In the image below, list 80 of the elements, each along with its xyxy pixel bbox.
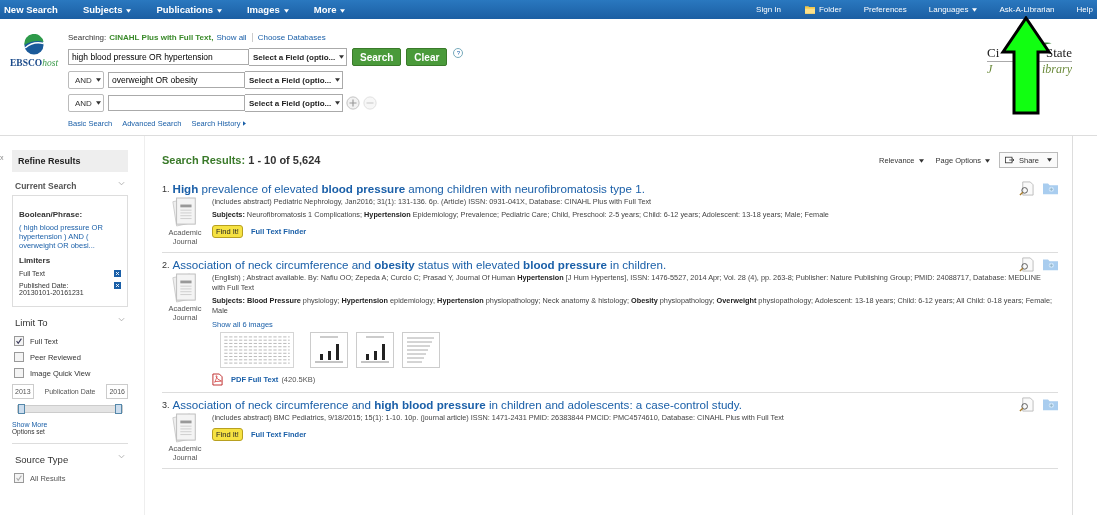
- nav-link[interactable]: Help: [1076, 5, 1093, 14]
- field-dropdown[interactable]: Select a Field (optio...: [245, 94, 343, 112]
- preview-icon[interactable]: [1019, 181, 1034, 196]
- results-count: Search Results: 1 - 10 of 5,624: [162, 154, 321, 166]
- nav-link[interactable]: Languages: [928, 5, 978, 14]
- chevron-icon[interactable]: [118, 454, 125, 459]
- result-number: 1.: [162, 183, 170, 194]
- pdf-icon: [212, 373, 223, 386]
- caret-icon: [972, 8, 978, 12]
- nav-link[interactable]: Folder: [819, 5, 842, 14]
- chevron-icon[interactable]: [118, 317, 125, 322]
- folder-add-icon[interactable]: [1043, 181, 1058, 196]
- sidebar-title: Refine Results: [12, 150, 128, 172]
- caret-icon: [95, 78, 101, 82]
- folder-add-icon[interactable]: [1043, 257, 1058, 272]
- operator-dropdown[interactable]: AND: [68, 71, 104, 89]
- show-all-link[interactable]: Show all: [216, 32, 247, 42]
- caret-icon: [918, 158, 924, 163]
- caret-icon: [985, 158, 990, 163]
- caret-icon: [335, 78, 341, 82]
- field-dropdown[interactable]: Select a Field (optio...: [245, 71, 343, 89]
- caret-icon: [1047, 158, 1052, 162]
- clear-button[interactable]: Clear: [406, 48, 448, 66]
- folder-icon: [805, 5, 815, 14]
- journal-icon: [171, 196, 199, 228]
- limiters-label: Limiters: [19, 256, 52, 265]
- database-name: CINAHL Plus with Full Text,: [109, 32, 214, 42]
- nav-link[interactable]: Ask-A-Librarian: [999, 5, 1055, 14]
- document-thumbnail[interactable]: [402, 332, 440, 368]
- nav-link[interactable]: Preferences: [863, 5, 907, 14]
- operator-dropdown[interactable]: AND: [68, 94, 104, 112]
- journal-icon: [171, 272, 199, 304]
- section-heading[interactable]: Source Type: [15, 454, 69, 465]
- chart-thumbnail[interactable]: [356, 332, 394, 368]
- caret-icon: [339, 55, 345, 59]
- search-field[interactable]: high blood pressure OR hypertension: [68, 49, 249, 65]
- chevron-icon[interactable]: [118, 181, 125, 186]
- remove-row-icon[interactable]: [363, 96, 377, 110]
- result-title-link[interactable]: Association of neck circumference and high blood pressure in children and adolescents: a case-control study.: [172, 398, 742, 411]
- result-title-link[interactable]: Association of neck circumference and obesity status with elevated blood pressure in children.: [172, 258, 667, 271]
- nav-link[interactable]: More: [313, 4, 346, 15]
- nav-link[interactable]: New Search: [4, 4, 58, 15]
- preview-icon[interactable]: [1019, 257, 1034, 272]
- result-number: 3.: [162, 399, 170, 410]
- section-heading[interactable]: Current Search: [15, 181, 77, 191]
- checkbox[interactable]: [14, 352, 24, 362]
- searching-label: Searching:: [68, 32, 107, 42]
- caret-icon: [335, 101, 341, 105]
- date-range-slider[interactable]: [18, 406, 122, 412]
- arrow-icon: [242, 121, 246, 126]
- remove-icon[interactable]: [114, 282, 121, 289]
- search-button[interactable]: Search: [352, 48, 402, 66]
- result-number: 2.: [162, 259, 170, 270]
- caret-icon: [216, 9, 222, 13]
- chart-thumbnail[interactable]: [310, 332, 348, 368]
- caret-icon: [126, 9, 132, 13]
- checkbox[interactable]: [14, 336, 24, 346]
- logo-icon: [23, 34, 45, 56]
- boolean-label: Boolean/Phrase:: [19, 210, 84, 219]
- section-heading[interactable]: Limit To: [15, 317, 48, 328]
- checkbox[interactable]: [14, 368, 24, 378]
- nav-link[interactable]: Images: [246, 4, 289, 15]
- share-icon: [1005, 156, 1015, 164]
- nav-link[interactable]: Subjects: [82, 4, 132, 15]
- add-row-icon[interactable]: [346, 96, 360, 110]
- choose-databases-link[interactable]: Choose Databases: [257, 32, 326, 42]
- field-dropdown[interactable]: Select a Field (optio...: [249, 48, 347, 66]
- logo-text: EBSCOhost: [9, 58, 59, 68]
- result-title-link[interactable]: High prevalence of elevated blood pressure among children with neurofibromatosis type 1.: [172, 182, 645, 195]
- caret-icon: [95, 101, 101, 105]
- nav-link[interactable]: Sign In: [756, 5, 781, 14]
- search-field[interactable]: overweight OR obesity: [108, 72, 245, 88]
- preview-icon[interactable]: [1019, 397, 1034, 412]
- search-field[interactable]: [108, 95, 245, 111]
- remove-icon[interactable]: [114, 270, 121, 277]
- caret-icon: [283, 9, 289, 13]
- nav-link[interactable]: Publications: [156, 4, 222, 15]
- journal-icon: [171, 412, 199, 444]
- folder-add-icon[interactable]: [1043, 397, 1058, 412]
- caret-icon: [340, 9, 346, 13]
